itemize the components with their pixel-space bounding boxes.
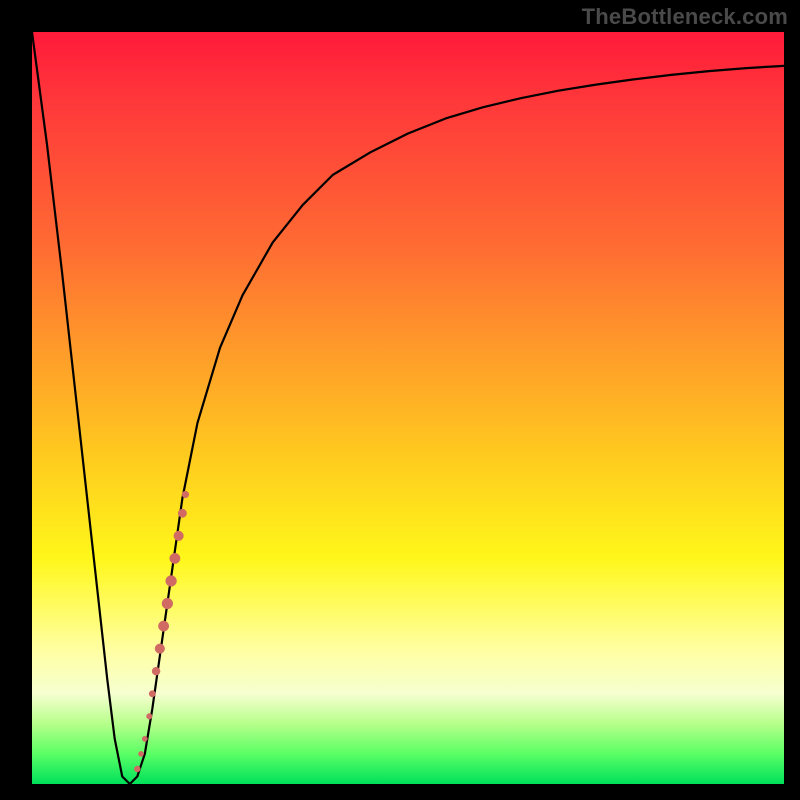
data-dot bbox=[178, 509, 186, 517]
data-dot bbox=[170, 553, 180, 563]
plot-area bbox=[32, 32, 784, 784]
watermark-text: TheBottleneck.com bbox=[582, 4, 788, 30]
data-dot bbox=[152, 667, 160, 675]
bottleneck-curve bbox=[32, 32, 784, 784]
data-dot bbox=[182, 491, 189, 498]
data-dot bbox=[138, 751, 143, 756]
data-dot bbox=[149, 691, 155, 697]
chart-frame: TheBottleneck.com bbox=[0, 0, 800, 800]
data-dot bbox=[147, 714, 153, 720]
data-dot bbox=[174, 531, 184, 541]
data-dot bbox=[158, 621, 168, 631]
chart-overlay bbox=[32, 32, 784, 784]
data-dot bbox=[166, 576, 177, 587]
data-dot bbox=[155, 644, 165, 654]
data-dots bbox=[134, 491, 189, 772]
data-dot bbox=[162, 598, 173, 609]
data-dot bbox=[134, 766, 140, 772]
data-dot bbox=[142, 736, 147, 741]
